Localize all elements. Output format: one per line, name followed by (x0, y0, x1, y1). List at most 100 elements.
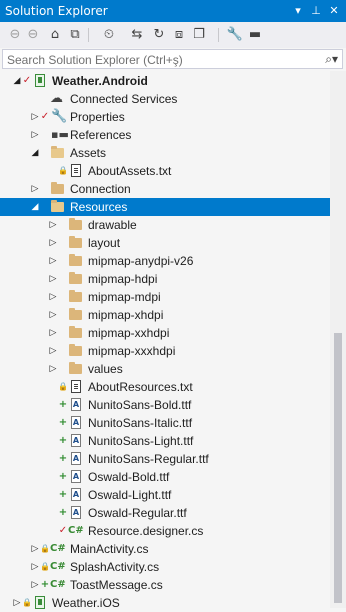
collapsed-arrow-icon[interactable]: ▷ (48, 255, 58, 267)
tree-item[interactable]: ▷ mipmap-xxhdpi (0, 324, 330, 342)
collapsed-arrow-icon[interactable]: ▷ (48, 237, 58, 249)
checked-in-lock-icon: 🔒 (40, 562, 50, 571)
folder-open-icon (50, 200, 66, 214)
expanded-arrow-icon[interactable]: ◢ (12, 75, 22, 87)
tree-item[interactable]: ▷ values (0, 360, 330, 378)
tree-item[interactable]: ▷ ✓ 🔧 Properties (0, 108, 330, 126)
dropdown-icon[interactable]: ▾ (290, 3, 306, 19)
back-icon[interactable]: ⊖ (6, 26, 24, 44)
android-project-icon (32, 74, 48, 88)
tree-item-label: layout (88, 236, 121, 250)
collapsed-arrow-icon[interactable]: ▷ (30, 579, 40, 591)
collapsed-arrow-icon[interactable]: ▷ (30, 111, 40, 123)
collapsed-arrow-icon[interactable]: ▷ (48, 219, 58, 231)
tree-item[interactable]: + A NunitoSans-Bold.ttf (0, 396, 330, 414)
refresh-icon[interactable]: ↻ (150, 26, 168, 44)
tree-item-label: drawable (88, 218, 137, 232)
folder-icon (50, 182, 66, 196)
tree-item[interactable]: ▷ + C# ToastMessage.cs (0, 576, 330, 594)
csharp-file-icon: C# (50, 543, 66, 554)
collapsed-arrow-icon[interactable]: ▷ (30, 543, 40, 555)
tree-item[interactable]: ▷ ▪▬ References (0, 126, 330, 144)
tree-item-label: mipmap-xxxhdpi (88, 344, 176, 358)
tree-item[interactable]: ▷ 🔒 C# SplashActivity.cs (0, 558, 330, 576)
search-placeholder: Search Solution Explorer (Ctrl+ş) (7, 53, 183, 67)
collapsed-arrow-icon[interactable]: ▷ (12, 597, 22, 609)
expanded-arrow-icon[interactable]: ◢ (30, 147, 40, 159)
text-file-icon (68, 164, 84, 178)
tree-item[interactable]: ▷ mipmap-xhdpi (0, 306, 330, 324)
tree-item[interactable]: ▷ Connection (0, 180, 330, 198)
tree-item[interactable]: ◢ Assets (0, 144, 330, 162)
pin-icon[interactable]: ⊥ (308, 3, 324, 19)
tree-item[interactable]: ▷ mipmap-xxxhdpi (0, 342, 330, 360)
tree-item[interactable]: ▷ 🔒 C# MainActivity.cs (0, 540, 330, 558)
show-all-files-icon[interactable]: ❐ (190, 26, 208, 44)
collapsed-arrow-icon[interactable]: ▷ (48, 363, 58, 375)
tree-item[interactable]: + A NunitoSans-Italic.ttf (0, 414, 330, 432)
folder-icon (68, 218, 84, 232)
history-icon[interactable]: ⏲ (100, 26, 118, 44)
tree-item[interactable]: ▷ mipmap-anydpi-v26 (0, 252, 330, 270)
folder-icon (68, 272, 84, 286)
tree-item-label: mipmap-xxhdpi (88, 326, 170, 340)
collapse-all-icon[interactable]: ⧈ (170, 26, 188, 44)
collapsed-arrow-icon[interactable]: ▷ (30, 129, 40, 141)
tree-item-label: NunitoSans-Italic.ttf (88, 416, 193, 430)
title-bar: Solution Explorer ▾ ⊥ ✕ (0, 0, 346, 22)
collapsed-arrow-icon[interactable]: ▷ (48, 345, 58, 357)
folder-icon (68, 236, 84, 250)
tree-item-label: values (88, 362, 123, 376)
close-icon[interactable]: ✕ (326, 3, 342, 19)
tree-item[interactable]: 🔒 AboutResources.txt (0, 378, 330, 396)
tree-item-label: Connected Services (70, 92, 178, 106)
tree-item[interactable]: + A Oswald-Light.ttf (0, 486, 330, 504)
tree-item[interactable]: ▷ drawable (0, 216, 330, 234)
expanded-arrow-icon[interactable]: ◢ (30, 201, 40, 213)
folder-icon (68, 308, 84, 322)
tree-item[interactable]: + A NunitoSans-Light.ttf (0, 432, 330, 450)
collapsed-arrow-icon[interactable]: ▷ (30, 561, 40, 573)
preview-icon[interactable]: ▬ (246, 26, 264, 44)
tree-item-label: References (70, 128, 132, 142)
home-icon[interactable]: ⌂ (46, 26, 64, 44)
tree-item[interactable]: ▷ mipmap-hdpi (0, 270, 330, 288)
vertical-scrollbar[interactable] (330, 71, 346, 608)
tree-item[interactable]: ◢ ✓ Weather.Android (0, 72, 330, 90)
tree-item[interactable]: ▷ layout (0, 234, 330, 252)
tree-item[interactable]: + A Oswald-Bold.ttf (0, 468, 330, 486)
search-box[interactable]: Search Solution Explorer (Ctrl+ş) ⌕▾ (2, 49, 343, 69)
vs-icon[interactable]: ⧉ (66, 26, 84, 44)
tree-item[interactable]: 🔒 AboutAssets.txt (0, 162, 330, 180)
checked-out-check-icon: ✓ (22, 75, 32, 86)
tree-item-label: Resource.designer.cs (88, 524, 204, 538)
tree-item[interactable]: ▷ mipmap-mdpi (0, 288, 330, 306)
tree-item[interactable]: ▷ 🔒 Weather.iOS (0, 594, 330, 612)
toolbar-separator (88, 28, 89, 42)
search-icon[interactable]: ⌕▾ (325, 52, 338, 67)
folder-icon (68, 254, 84, 268)
folder-icon (68, 344, 84, 358)
collapsed-arrow-icon[interactable]: ▷ (48, 291, 58, 303)
tree-item[interactable]: + A Oswald-Regular.ttf (0, 504, 330, 522)
toolbar-separator (218, 28, 219, 42)
tree-item[interactable]: ✓ C# Resource.designer.cs (0, 522, 330, 540)
pending-add-icon: + (40, 579, 50, 590)
collapsed-arrow-icon[interactable]: ▷ (48, 327, 58, 339)
font-file-icon: A (71, 434, 81, 447)
folder-open-icon (50, 146, 66, 160)
checked-in-lock-icon: 🔒 (58, 382, 68, 391)
collapsed-arrow-icon[interactable]: ▷ (30, 183, 40, 195)
properties-wrench-icon[interactable]: 🔧 (226, 26, 244, 44)
scrollbar-thumb[interactable] (334, 333, 342, 603)
collapsed-arrow-icon[interactable]: ▷ (48, 273, 58, 285)
collapsed-arrow-icon[interactable]: ▷ (48, 309, 58, 321)
tree-item-label: mipmap-anydpi-v26 (88, 254, 194, 268)
sync-icon[interactable]: ⇆ (128, 26, 146, 44)
forward-icon[interactable]: ⊖ (24, 26, 42, 44)
tree-item-label: Oswald-Regular.ttf (88, 506, 187, 520)
tree-item[interactable]: ◢ Resources (0, 198, 330, 216)
tree-item[interactable]: + A NunitoSans-Regular.ttf (0, 450, 330, 468)
tree-item-label: Assets (70, 146, 107, 160)
tree-item[interactable]: ☁ Connected Services (0, 90, 330, 108)
